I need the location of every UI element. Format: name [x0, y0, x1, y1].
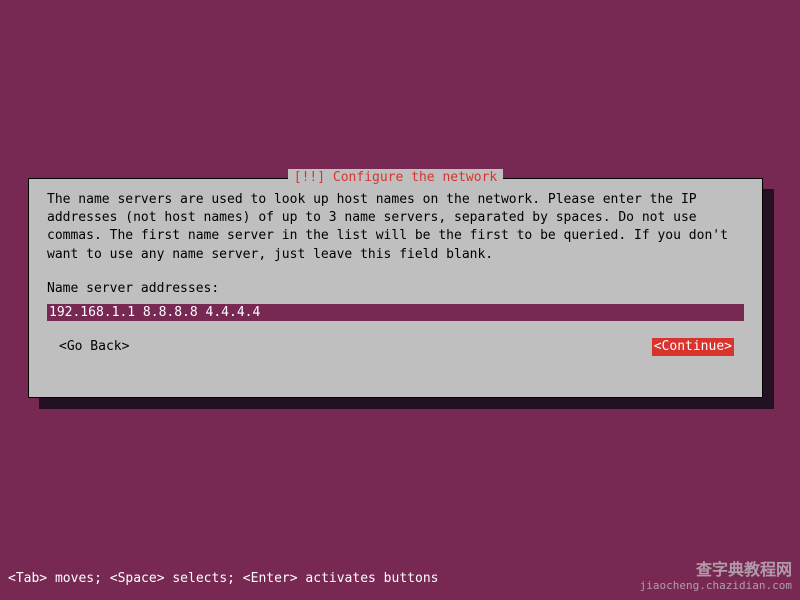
watermark: 查字典教程网 jiaocheng.chazidian.com: [640, 560, 792, 592]
dialog-description: The name servers are used to look up hos…: [47, 191, 744, 264]
dialog-title: [!!] Configure the network: [288, 169, 504, 187]
watermark-cn: 查字典教程网: [640, 560, 792, 579]
dialog-content: The name servers are used to look up hos…: [29, 179, 762, 366]
button-row: <Go Back> <Continue>: [47, 338, 744, 356]
network-config-dialog: [!!] Configure the network The name serv…: [28, 178, 763, 398]
go-back-button[interactable]: <Go Back>: [57, 338, 131, 356]
status-bar: <Tab> moves; <Space> selects; <Enter> ac…: [8, 570, 438, 588]
name-server-label: Name server addresses:: [47, 280, 744, 298]
watermark-url: jiaocheng.chazidian.com: [640, 579, 792, 592]
name-server-input[interactable]: [47, 304, 744, 321]
continue-button[interactable]: <Continue>: [652, 338, 734, 356]
